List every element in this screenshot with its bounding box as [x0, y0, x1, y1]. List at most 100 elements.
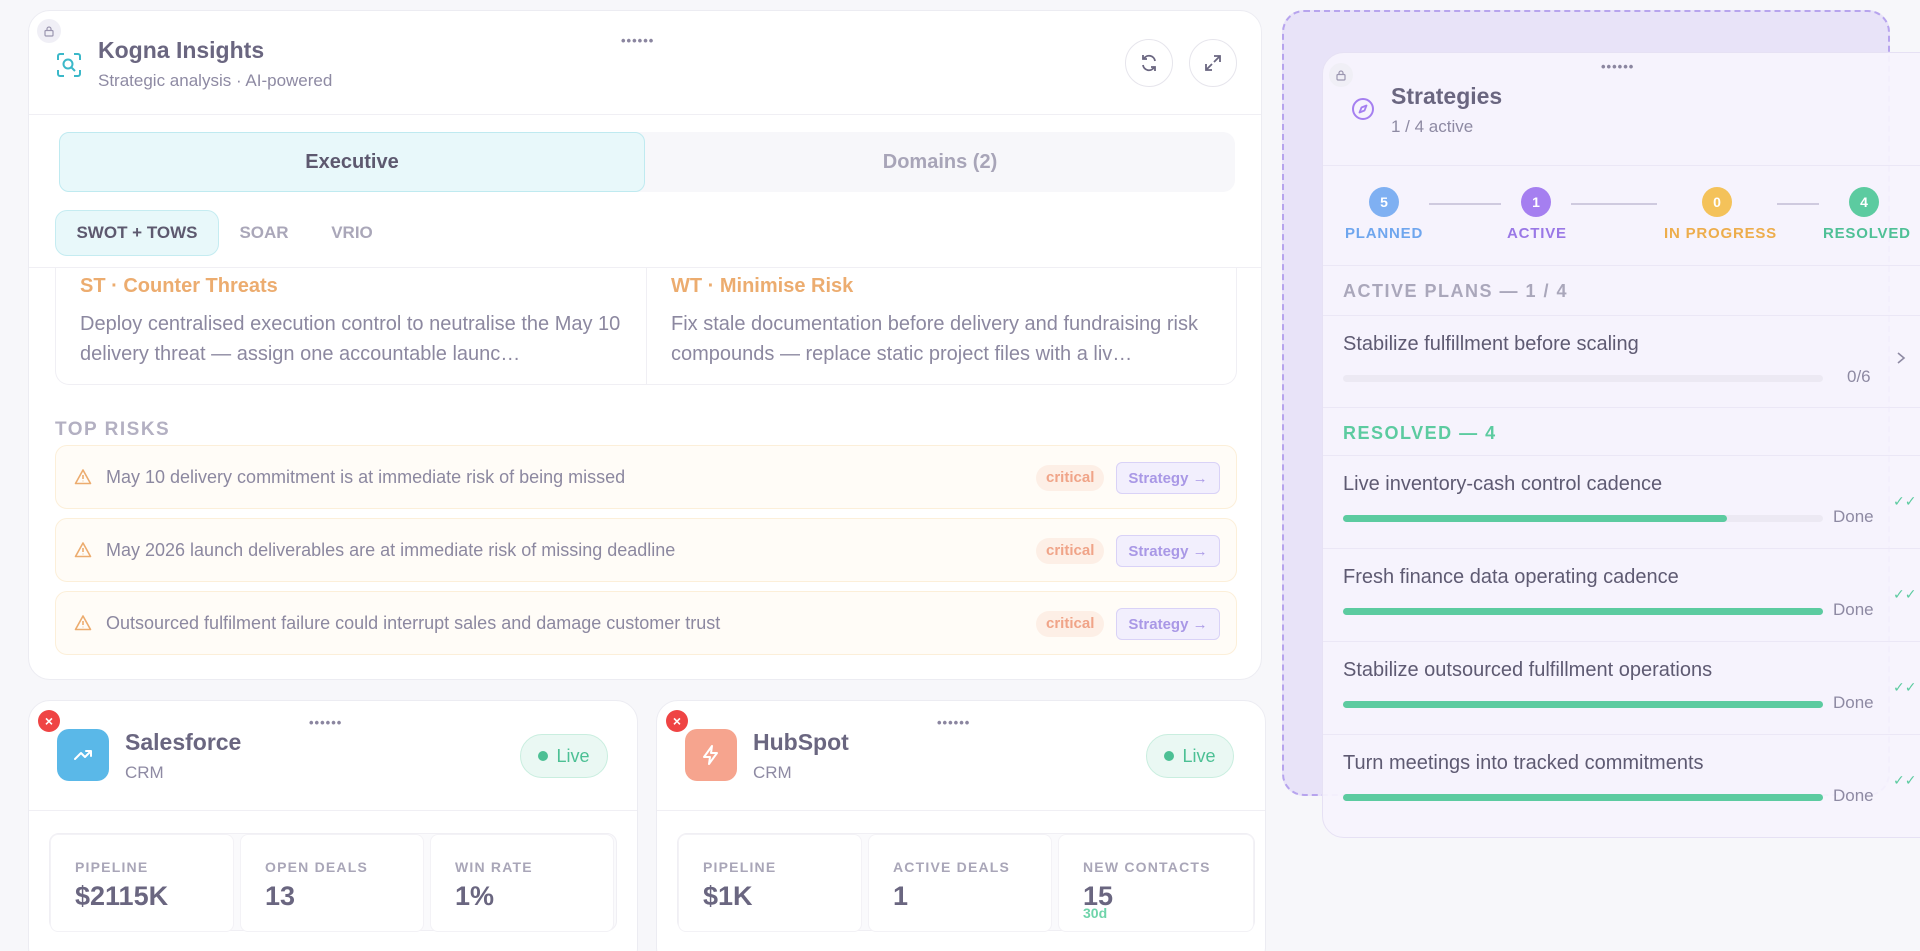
strategies-card[interactable]: Strategies 1 / 4 active •••••• 5 PLANNED… — [1322, 52, 1920, 838]
step-in-progress-label[interactable]: IN PROGRESS — [1664, 225, 1777, 242]
risk-row: May 10 delivery commitment is at immedia… — [55, 445, 1237, 509]
risk-row: May 2026 launch deliverables are at imme… — [55, 518, 1237, 582]
divider — [1323, 265, 1920, 266]
divider — [1323, 548, 1920, 549]
stat-label: NEW CONTACTS — [1083, 859, 1211, 875]
step-active-label[interactable]: ACTIVE — [1507, 225, 1567, 242]
severity-badge: critical — [1036, 538, 1105, 564]
stat-value: 1% — [455, 881, 495, 911]
plan-progress-text: 0/6 — [1847, 367, 1871, 386]
salesforce-card: Salesforce CRM •••••• Live PIPELINE $211… — [28, 700, 638, 951]
stat-open-deals: OPEN DEALS 13 — [240, 834, 424, 932]
plan-progress-bar — [1343, 794, 1823, 801]
refresh-button[interactable] — [1125, 39, 1173, 87]
strategies-subtitle: 1 / 4 active — [1391, 117, 1474, 136]
expand-button[interactable] — [1189, 39, 1237, 87]
plan-status: Done — [1833, 600, 1874, 619]
crm-name: HubSpot — [753, 729, 849, 755]
divider — [1323, 165, 1920, 166]
stats-grid: PIPELINE $1K ACTIVE DEALS 1 NEW CONTACTS… — [677, 833, 1255, 932]
strategy-button[interactable]: Strategy → — [1116, 608, 1220, 640]
chevron-right-icon[interactable] — [1895, 351, 1907, 370]
plan-status: Done — [1833, 693, 1874, 712]
pipeline-connector — [1571, 203, 1657, 205]
lock-icon[interactable] — [1329, 63, 1353, 87]
insights-header: Kogna Insights Strategic analysis · AI-p… — [29, 11, 1261, 115]
stat-pipeline: PIPELINE $2115K — [50, 834, 234, 932]
step-planned-label[interactable]: PLANNED — [1345, 225, 1423, 242]
plan-progress-fill — [1343, 794, 1823, 801]
plan-status: Done — [1833, 507, 1874, 526]
warning-icon — [74, 614, 92, 637]
subtab-vrio[interactable]: VRIO — [309, 210, 395, 256]
drag-handle[interactable]: •••••• — [1601, 59, 1634, 74]
tows-strategies: ST · Counter Threats Deploy centralised … — [55, 267, 1237, 385]
status-dot — [1164, 751, 1175, 761]
step-active-count: 1 — [1521, 187, 1551, 217]
top-risks-title: TOP RISKS — [55, 419, 171, 440]
drag-handle[interactable]: •••••• — [309, 715, 342, 730]
stat-label: ACTIVE DEALS — [893, 859, 1011, 875]
double-check-icon: ✓✓ — [1893, 493, 1917, 509]
live-badge: Live — [1146, 734, 1234, 778]
step-in-progress-count: 0 — [1702, 187, 1732, 217]
compass-icon — [1351, 97, 1375, 121]
pipeline-connector — [1777, 203, 1819, 205]
crm-type: CRM — [125, 763, 164, 782]
subtab-soar[interactable]: SOAR — [221, 210, 307, 256]
trending-up-icon — [57, 729, 109, 781]
remove-hubspot-button[interactable]: × — [666, 710, 688, 732]
live-label: Live — [1182, 745, 1216, 766]
divider — [1323, 641, 1920, 642]
plan-title[interactable]: Stabilize outsourced fulfillment operati… — [1343, 659, 1712, 682]
plan-progress-bar — [1343, 375, 1823, 382]
plan-title[interactable]: Live inventory-cash control cadence — [1343, 473, 1662, 496]
plan-progress-fill — [1343, 608, 1823, 615]
step-planned-count: 5 — [1369, 187, 1399, 217]
pipeline-connector — [1429, 203, 1501, 205]
subtab-swot-tows[interactable]: SWOT + TOWS — [55, 210, 219, 256]
divider — [657, 810, 1265, 811]
drag-handle[interactable]: •••••• — [621, 33, 654, 48]
remove-salesforce-button[interactable]: × — [38, 710, 60, 732]
step-resolved-label[interactable]: RESOLVED — [1823, 225, 1911, 242]
double-check-icon: ✓✓ — [1893, 586, 1917, 602]
tab-executive[interactable]: Executive — [59, 132, 645, 192]
tows-text: Fix stale documentation before delivery … — [671, 313, 1198, 365]
divider — [1323, 315, 1920, 316]
step-resolved-count: 4 — [1849, 187, 1879, 217]
bolt-icon — [685, 729, 737, 781]
stat-win-rate: WIN RATE 1% — [430, 834, 614, 932]
stat-label: WIN RATE — [455, 859, 533, 875]
stat-new-contacts: NEW CONTACTS 15 30d — [1058, 834, 1254, 932]
stat-label: PIPELINE — [703, 859, 777, 875]
severity-badge: critical — [1036, 611, 1105, 637]
plan-progress-fill — [1343, 515, 1727, 522]
double-check-icon: ✓✓ — [1893, 772, 1917, 788]
plan-title[interactable]: Stabilize fulfillment before scaling — [1343, 333, 1639, 356]
plan-title[interactable]: Fresh finance data operating cadence — [1343, 566, 1679, 589]
stat-label: PIPELINE — [75, 859, 149, 875]
divider — [29, 810, 637, 811]
tab-domains[interactable]: Domains (2) — [645, 132, 1235, 192]
plan-status: Done — [1833, 786, 1874, 805]
stats-grid: PIPELINE $2115K OPEN DEALS 13 WIN RATE 1… — [49, 833, 617, 932]
crm-type: CRM — [753, 763, 792, 782]
active-plans-header: ACTIVE PLANS — 1 / 4 — [1343, 281, 1569, 301]
stat-value: $2115K — [75, 881, 169, 911]
strategy-button[interactable]: Strategy → — [1116, 462, 1220, 494]
insight-search-icon — [55, 51, 83, 84]
tows-st: ST · Counter Threats Deploy centralised … — [56, 267, 646, 385]
risk-text: May 2026 launch deliverables are at imme… — [106, 540, 676, 560]
strategy-button[interactable]: Strategy → — [1116, 535, 1220, 567]
view-switcher: Executive Domains (2) — [59, 132, 1235, 192]
plan-progress-bar — [1343, 701, 1823, 708]
crm-name: Salesforce — [125, 729, 242, 755]
warning-icon — [74, 541, 92, 564]
insights-title: Kogna Insights — [98, 37, 265, 63]
drag-handle[interactable]: •••••• — [937, 715, 970, 730]
tows-heading: ST · Counter Threats — [80, 275, 278, 297]
insights-subtitle: Strategic analysis · AI-powered — [98, 71, 333, 90]
plan-title[interactable]: Turn meetings into tracked commitments — [1343, 752, 1704, 775]
double-check-icon: ✓✓ — [1893, 679, 1917, 695]
